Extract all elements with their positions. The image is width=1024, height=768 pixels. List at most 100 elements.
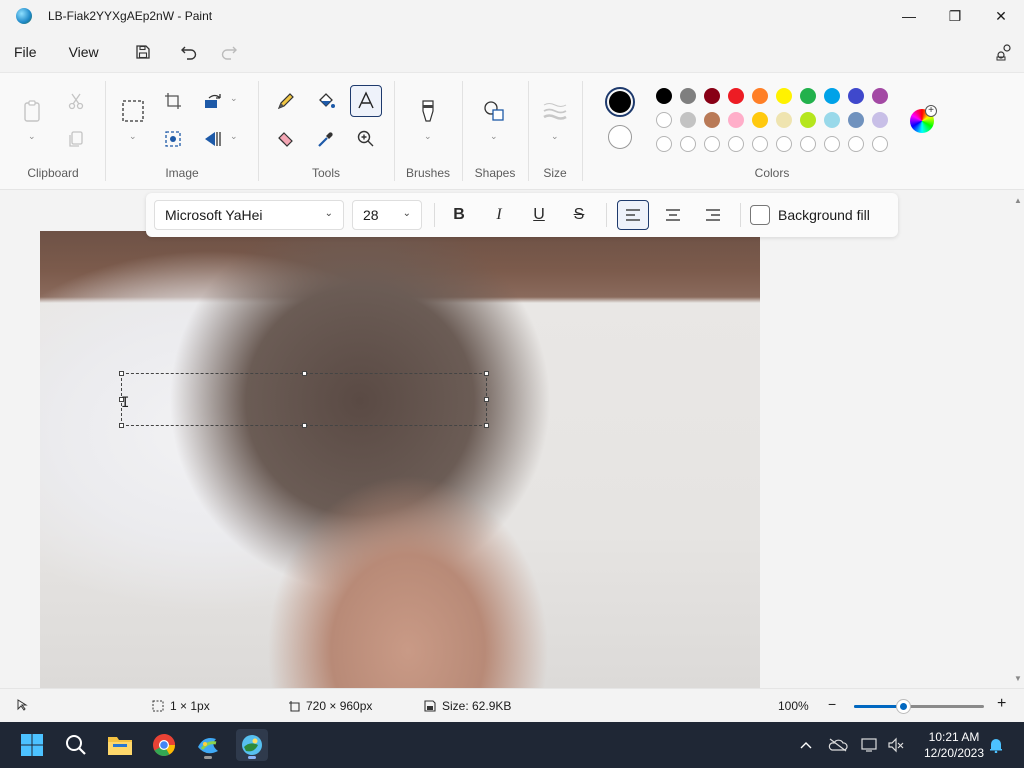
photos-app-icon[interactable] bbox=[192, 729, 224, 761]
color-swatch[interactable] bbox=[824, 88, 840, 104]
color-swatch[interactable] bbox=[656, 112, 672, 128]
color-swatch[interactable] bbox=[776, 112, 792, 128]
select-chevron-icon[interactable]: ⌄ bbox=[129, 131, 137, 142]
color-swatch[interactable] bbox=[656, 88, 672, 104]
zoom-slider[interactable] bbox=[854, 700, 984, 713]
custom-color-slot[interactable] bbox=[872, 136, 888, 152]
color-picker-icon[interactable] bbox=[310, 123, 342, 155]
bold-button[interactable]: B bbox=[443, 200, 475, 230]
maximize-button[interactable]: ❐ bbox=[932, 0, 978, 32]
chrome-icon[interactable] bbox=[148, 729, 180, 761]
paste-chevron-icon[interactable]: ⌄ bbox=[28, 131, 36, 142]
resize-handle[interactable] bbox=[302, 371, 307, 376]
color-swatch[interactable] bbox=[800, 112, 816, 128]
color-swatch[interactable] bbox=[800, 88, 816, 104]
eraser-icon[interactable] bbox=[270, 123, 302, 155]
font-family-select[interactable]: Microsoft YaHei ⌄ bbox=[154, 200, 344, 230]
image-select-icon[interactable] bbox=[157, 123, 189, 155]
zoom-dropdown[interactable]: 100% bbox=[778, 699, 809, 713]
show-hidden-icons-icon[interactable] bbox=[796, 735, 816, 755]
system-clock[interactable]: 10:21 AM 12/20/2023 bbox=[912, 729, 996, 761]
zoom-in-button[interactable]: + bbox=[997, 695, 1006, 713]
custom-color-slot[interactable] bbox=[752, 136, 768, 152]
fill-bucket-icon[interactable] bbox=[310, 85, 342, 117]
scroll-up-icon[interactable]: ▲ bbox=[1014, 196, 1022, 205]
flip-icon[interactable] bbox=[197, 123, 229, 155]
resize-handle[interactable] bbox=[484, 371, 489, 376]
color-swatch[interactable] bbox=[680, 112, 696, 128]
color-swatch[interactable] bbox=[752, 88, 768, 104]
color-swatch[interactable] bbox=[848, 112, 864, 128]
brushes-chevron-icon[interactable]: ⌄ bbox=[424, 131, 432, 142]
color-swatch[interactable] bbox=[848, 88, 864, 104]
save-icon[interactable] bbox=[127, 36, 159, 68]
color-swatch[interactable] bbox=[824, 112, 840, 128]
flip-chevron-icon[interactable]: ⌄ bbox=[230, 131, 238, 142]
minimize-button[interactable]: — bbox=[886, 0, 932, 32]
text-box[interactable] bbox=[119, 371, 489, 428]
align-right-button[interactable] bbox=[697, 200, 729, 230]
rotate-chevron-icon[interactable]: ⌄ bbox=[230, 93, 238, 104]
color-swatch[interactable] bbox=[872, 88, 888, 104]
custom-color-slot[interactable] bbox=[680, 136, 696, 152]
secondary-color-swatch[interactable] bbox=[608, 125, 632, 149]
size-chevron-icon[interactable]: ⌄ bbox=[551, 131, 559, 142]
menu-file[interactable]: File bbox=[4, 38, 47, 66]
search-icon[interactable] bbox=[60, 729, 92, 761]
select-rectangle-icon[interactable] bbox=[117, 95, 149, 127]
copy-icon[interactable] bbox=[60, 123, 92, 155]
strikethrough-button[interactable]: S bbox=[563, 200, 595, 230]
color-swatch[interactable] bbox=[872, 112, 888, 128]
primary-color-swatch[interactable] bbox=[605, 87, 635, 117]
vertical-scrollbar[interactable]: ▲ ▼ bbox=[1012, 190, 1024, 688]
custom-color-slot[interactable] bbox=[848, 136, 864, 152]
shapes-icon[interactable] bbox=[478, 95, 510, 127]
paint-taskbar-icon[interactable] bbox=[236, 729, 268, 761]
file-explorer-icon[interactable] bbox=[104, 729, 136, 761]
size-icon[interactable] bbox=[539, 95, 571, 127]
color-swatch[interactable] bbox=[752, 112, 768, 128]
onedrive-icon[interactable] bbox=[828, 735, 848, 755]
canvas-image[interactable] bbox=[40, 231, 760, 688]
edit-colors-icon[interactable]: + bbox=[910, 105, 937, 133]
background-fill-checkbox[interactable] bbox=[750, 205, 770, 225]
magnifier-icon[interactable] bbox=[350, 123, 382, 155]
resize-handle[interactable] bbox=[484, 423, 489, 428]
zoom-out-button[interactable]: − bbox=[828, 696, 836, 712]
text-tool-icon[interactable] bbox=[350, 85, 382, 117]
share-icon[interactable] bbox=[988, 36, 1020, 68]
notification-bell-icon[interactable] bbox=[986, 735, 1006, 755]
resize-handle[interactable] bbox=[484, 397, 489, 402]
italic-button[interactable]: I bbox=[483, 200, 515, 230]
pencil-icon[interactable] bbox=[270, 85, 302, 117]
color-swatch[interactable] bbox=[704, 112, 720, 128]
custom-color-slot[interactable] bbox=[656, 136, 672, 152]
align-left-button[interactable] bbox=[617, 200, 649, 230]
paste-icon[interactable] bbox=[16, 95, 48, 127]
underline-button[interactable]: U bbox=[523, 200, 555, 230]
resize-handle[interactable] bbox=[119, 371, 124, 376]
color-swatch[interactable] bbox=[728, 112, 744, 128]
color-swatch[interactable] bbox=[704, 88, 720, 104]
cut-icon[interactable] bbox=[60, 85, 92, 117]
custom-color-slot[interactable] bbox=[824, 136, 840, 152]
redo-icon[interactable] bbox=[213, 36, 245, 68]
menu-view[interactable]: View bbox=[59, 38, 109, 66]
resize-handle[interactable] bbox=[119, 423, 124, 428]
color-swatch[interactable] bbox=[776, 88, 792, 104]
brushes-group[interactable]: ⌄ Brushes bbox=[394, 73, 462, 191]
align-center-button[interactable] bbox=[657, 200, 689, 230]
color-swatch[interactable] bbox=[728, 88, 744, 104]
undo-icon[interactable] bbox=[173, 36, 205, 68]
crop-icon[interactable] bbox=[157, 85, 189, 117]
shapes-chevron-icon[interactable]: ⌄ bbox=[490, 131, 498, 142]
brush-icon[interactable] bbox=[412, 95, 444, 127]
network-icon[interactable] bbox=[860, 735, 880, 755]
volume-muted-icon[interactable] bbox=[886, 735, 906, 755]
custom-color-slot[interactable] bbox=[728, 136, 744, 152]
resize-handle[interactable] bbox=[302, 423, 307, 428]
custom-color-slot[interactable] bbox=[776, 136, 792, 152]
shapes-group[interactable]: ⌄ Shapes bbox=[462, 73, 528, 191]
canvas-area[interactable] bbox=[0, 190, 1012, 688]
custom-color-slot[interactable] bbox=[800, 136, 816, 152]
